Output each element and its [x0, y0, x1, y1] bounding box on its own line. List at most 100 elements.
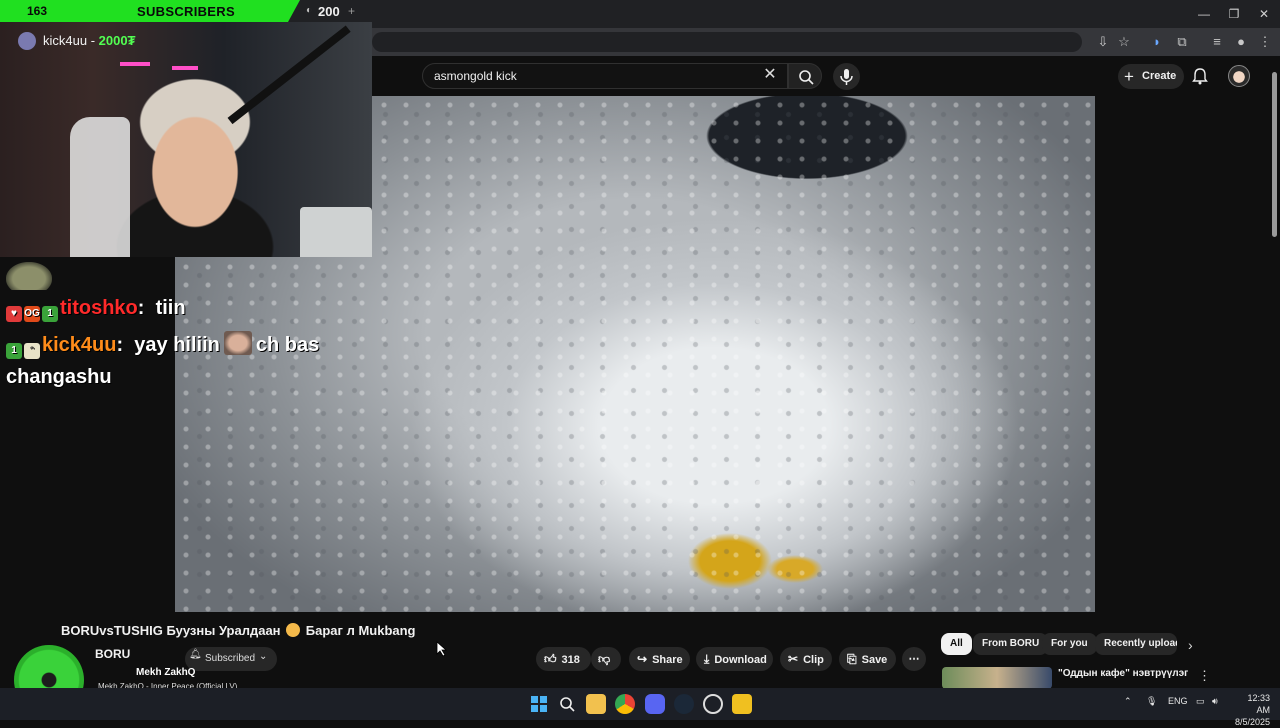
share-label: Share	[652, 654, 683, 666]
clip-button[interactable]: ✂ Clip	[780, 647, 832, 671]
extension-icon[interactable]: ◗	[1148, 33, 1166, 51]
minimize-button[interactable]: —	[1188, 4, 1220, 24]
chrome-icon[interactable]	[615, 694, 635, 714]
plus-icon: +	[1124, 67, 1134, 86]
neon-light	[120, 62, 150, 66]
chat-inline-emote	[223, 331, 252, 355]
profile-icon[interactable]: ●	[1232, 33, 1250, 51]
donor-name: kick4uu -	[43, 33, 99, 48]
channel-name[interactable]: BORU	[95, 647, 130, 661]
mouse-cursor-icon	[436, 641, 448, 657]
save-button[interactable]: ⎘ Save	[839, 647, 896, 671]
goal-icon: ◐	[306, 5, 313, 16]
download-label: Download	[714, 654, 767, 666]
chat-separator: :	[116, 334, 124, 356]
download-icon: ⤓	[704, 652, 710, 666]
subscriber-label: SUBSCRIBERS	[137, 4, 235, 19]
close-window-button[interactable]: ✕	[1248, 4, 1280, 24]
video-side-area	[1095, 96, 1270, 612]
webcam-microphone-arm	[227, 25, 351, 125]
subscriber-goal: 200	[318, 4, 340, 19]
webcam-feed	[0, 22, 372, 257]
windows-start-icon[interactable]	[529, 694, 549, 714]
puzzle-extensions-icon[interactable]: ⧉	[1173, 33, 1191, 51]
notifications-bell-icon[interactable]	[1190, 66, 1210, 86]
clear-search-icon[interactable]: ✕	[761, 66, 779, 84]
video-title-text: Бараг л Mukbang	[305, 623, 416, 638]
clock-date: 8/5/2025	[1234, 717, 1270, 727]
page-scrollbar[interactable]	[1272, 72, 1277, 237]
recommended-more-icon[interactable]: ⋮	[1198, 668, 1211, 684]
voice-search-button[interactable]	[833, 63, 860, 90]
chat-message: 1 ᵔ kick4uu: yay hiliin ch bas	[6, 331, 319, 359]
donation-amount: 2000₮	[98, 33, 136, 48]
clip-label: Clip	[803, 654, 824, 666]
recommended-title[interactable]: "Оддын кафе" нэвтрүүлэг | Дугаар 1	[1058, 668, 1188, 679]
bookmark-icon: ⎘	[847, 652, 857, 666]
network-icon[interactable]: ▭	[1196, 696, 1205, 707]
chevron-right-icon[interactable]: ›	[1188, 637, 1193, 653]
thumbs-down-icon: 👎︎	[598, 652, 611, 666]
now-playing-title: Mekh ZakhQ	[136, 667, 196, 678]
neon-light	[172, 66, 198, 70]
chat-username: titoshko	[60, 297, 138, 319]
windows-taskbar	[0, 688, 1280, 720]
download-button[interactable]: ⤓ Download	[696, 647, 773, 671]
search-query[interactable]: asmongold kick	[434, 69, 517, 83]
chip-all[interactable]: All	[941, 633, 972, 655]
chat-text: tiin	[155, 297, 186, 319]
bookmark-star-icon[interactable]: ☆	[1115, 33, 1133, 51]
bell-icon: 🔔︎	[189, 649, 202, 660]
account-avatar[interactable]	[1228, 65, 1250, 87]
address-bar[interactable]	[372, 32, 1082, 52]
chat-separator: :	[137, 297, 145, 319]
chat-text: yay hiliin	[134, 334, 220, 356]
chat-message-continuation: changashu	[6, 366, 112, 388]
file-explorer-icon[interactable]	[586, 694, 606, 714]
tray-microphone-icon[interactable]: 🎙︎	[1146, 696, 1157, 707]
recommended-thumbnail[interactable]	[942, 667, 1052, 689]
search-icon	[799, 70, 814, 85]
system-clock[interactable]: 12:33 AM 8/5/2025	[1234, 692, 1270, 728]
tray-chevron-icon[interactable]: ⌃	[1124, 696, 1132, 707]
first-badge-icon: 1	[42, 306, 58, 322]
share-button[interactable]: ↪ Share	[629, 647, 690, 671]
thumbs-up-icon: 👍︎	[544, 652, 557, 666]
donor-avatar-icon	[18, 32, 36, 50]
menu-kebab-icon[interactable]: ⋮	[1256, 33, 1274, 51]
maximize-button[interactable]: ❐	[1218, 4, 1250, 24]
like-button[interactable]: 👍︎ 318	[536, 647, 591, 671]
chat-emote-image	[6, 262, 52, 290]
search-button[interactable]	[788, 63, 822, 89]
og-badge-icon: OG	[24, 306, 40, 322]
more-actions-button[interactable]: ⋯	[902, 647, 926, 671]
subscriber-count: 163	[27, 4, 48, 18]
discord-icon[interactable]	[645, 694, 665, 714]
language-indicator[interactable]: ENG	[1168, 696, 1188, 706]
chip-for-you[interactable]: For you	[1042, 633, 1097, 655]
chevron-down-icon: ⌄	[259, 651, 268, 662]
save-label: Save	[861, 654, 888, 666]
chip-from-channel[interactable]: From BORU	[973, 633, 1049, 655]
steam-icon[interactable]	[674, 694, 694, 714]
video-title-text: BORUvsTUSHIG Буузны Уралдаан	[61, 623, 281, 638]
chip-recently-uploaded[interactable]: Recently uploaded	[1095, 633, 1177, 655]
chat-username: kick4uu	[42, 334, 117, 356]
volume-icon[interactable]: 🔊︎	[1212, 696, 1218, 707]
webcam-chair	[70, 117, 130, 257]
scissors-icon: ✂	[788, 652, 799, 666]
share-arrow-icon: ↪	[637, 652, 648, 666]
first-badge-icon: 1	[6, 343, 22, 359]
clock-time: 12:33 AM	[1247, 693, 1270, 715]
obs-icon[interactable]	[703, 694, 723, 714]
heart-badge-icon: ♥	[6, 306, 22, 322]
chat-text: ch bas	[255, 334, 320, 356]
media-icon[interactable]: ≡	[1208, 33, 1226, 51]
app-icon[interactable]	[732, 694, 752, 714]
dislike-button[interactable]: 👎︎	[591, 647, 621, 671]
donation-alert: kick4uu - 2000₮	[43, 33, 136, 48]
cat-badge-icon: ᵔ	[24, 343, 40, 359]
microphone-icon	[840, 69, 853, 85]
search-taskbar-icon[interactable]	[557, 694, 577, 714]
install-icon[interactable]: ⇩	[1094, 33, 1112, 51]
